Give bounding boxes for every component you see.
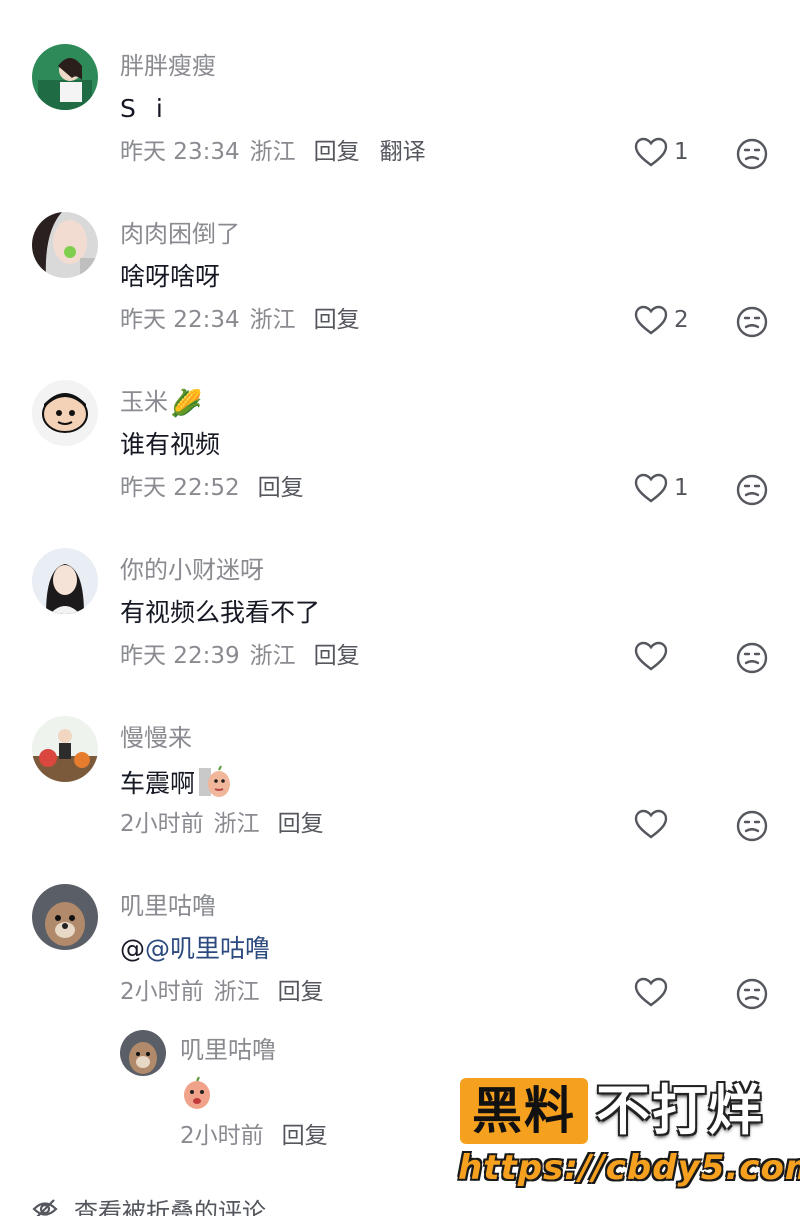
comment-item: 胖胖瘦瘦 S i 昨天 23:34 浙江 回复 翻译 1 <box>0 44 800 212</box>
comment-item: 肉肉困倒了 啥呀啥呀 昨天 22:34 浙江 回复 2 <box>0 212 800 380</box>
comment-text-content: 车震啊 <box>120 769 196 798</box>
comment-username[interactable]: 慢慢来 <box>120 722 192 754</box>
comment-text-prefix: @ <box>120 934 145 963</box>
reply-button[interactable]: 回复 <box>278 979 324 1005</box>
comment-username[interactable]: 你的小财迷呀 <box>120 554 264 586</box>
comment-item: 你的小财迷呀 有视频么我看不了 昨天 22:39 浙江 回复 <box>0 548 800 716</box>
heart-outline-icon <box>634 641 668 671</box>
comment-time: 2小时前 <box>120 979 204 1005</box>
corn-emoji: 🌽 <box>170 389 203 419</box>
comment-item: 玉米🌽 谁有视频 昨天 22:52 回复 1 <box>0 380 800 548</box>
watermark-url: https://cbdy5.com <box>458 1148 800 1188</box>
translate-button[interactable]: 翻译 <box>380 139 426 165</box>
comment-location: 浙江 <box>213 979 260 1005</box>
comment-location: 浙江 <box>213 811 260 837</box>
heart-outline-icon <box>634 809 668 839</box>
comment-meta: 昨天 22:39 浙江 回复 <box>120 640 372 672</box>
comment-meta: 昨天 22:52 回复 <box>120 472 316 504</box>
heart-outline-icon <box>634 473 668 503</box>
comment-username[interactable]: 肉肉困倒了 <box>120 218 240 250</box>
dislike-button[interactable] <box>736 642 768 674</box>
comment-text: S i <box>120 94 169 123</box>
folded-label: 查看被折叠的评论 <box>74 1197 266 1216</box>
comment-item: 叽里咕噜 @@叽里咕噜 2小时前 浙江 回复 <box>0 884 800 1052</box>
reply-button[interactable]: 回复 <box>314 643 360 669</box>
dislike-button[interactable] <box>736 474 768 506</box>
avatar[interactable] <box>32 380 98 446</box>
watermark-text: 不打烊 <box>596 1079 764 1142</box>
avatar[interactable] <box>32 884 98 950</box>
comment-text: 啥呀啥呀 <box>120 262 221 291</box>
reply-time: 2小时前 <box>180 1123 264 1149</box>
reply-button[interactable]: 回复 <box>282 1123 328 1149</box>
reply-meta: 2小时前 回复 <box>180 1120 340 1152</box>
dislike-button[interactable] <box>736 306 768 338</box>
comment-time: 2小时前 <box>120 811 204 837</box>
like-button[interactable] <box>634 976 674 1008</box>
comment-time: 昨天 22:52 <box>120 475 240 501</box>
comment-text: 车震啊 <box>120 764 231 801</box>
comment-username[interactable]: 胖胖瘦瘦 <box>120 50 216 82</box>
comment-meta: 昨天 23:34 浙江 回复 翻译 <box>120 136 438 168</box>
comment-time: 昨天 22:39 <box>120 643 240 669</box>
eye-slash-icon <box>32 1199 58 1216</box>
comment-meta: 昨天 22:34 浙江 回复 <box>120 304 372 336</box>
watermark-badge: 黑料 <box>460 1078 588 1144</box>
comment-list-page: 胖胖瘦瘦 S i 昨天 23:34 浙江 回复 翻译 1 肉肉困倒了 啥呀啥呀 昨天 … <box>0 0 800 1216</box>
like-count: 2 <box>674 307 689 333</box>
like-button[interactable]: 2 <box>634 304 689 336</box>
like-button[interactable] <box>634 808 674 840</box>
sticker-icon <box>184 1076 210 1109</box>
avatar[interactable] <box>32 548 98 614</box>
dislike-face-icon <box>736 642 768 674</box>
dislike-face-icon <box>736 306 768 338</box>
reply-button[interactable]: 回复 <box>314 307 360 333</box>
dislike-button[interactable] <box>736 810 768 842</box>
comment-username[interactable]: 叽里咕噜 <box>120 890 216 922</box>
comment-item: 慢慢来 车震啊 2小时前 浙江 回复 <box>0 716 800 884</box>
comment-meta: 2小时前 浙江 回复 <box>120 808 336 840</box>
watermark-logo: 黑料 不打烊 https://cbdy5.com <box>456 1074 800 1194</box>
like-button[interactable] <box>634 640 674 672</box>
like-count: 1 <box>674 475 689 501</box>
avatar[interactable] <box>32 44 98 110</box>
comment-location: 浙江 <box>249 139 296 165</box>
avatar[interactable] <box>120 1030 166 1076</box>
avatar[interactable] <box>32 212 98 278</box>
dislike-face-icon <box>736 810 768 842</box>
comment-time: 昨天 23:34 <box>120 139 240 165</box>
comment-text: 有视频么我看不了 <box>120 598 321 627</box>
reply-button[interactable]: 回复 <box>278 811 324 837</box>
dislike-face-icon <box>736 474 768 506</box>
comment-meta: 2小时前 浙江 回复 <box>120 976 336 1008</box>
reply-button[interactable]: 回复 <box>258 475 304 501</box>
like-count: 1 <box>674 139 689 165</box>
comment-location: 浙江 <box>249 643 296 669</box>
sticker-icon <box>199 765 231 797</box>
reply-button[interactable]: 回复 <box>314 139 360 165</box>
mention-link[interactable]: @叽里咕噜 <box>145 934 270 963</box>
dislike-button[interactable] <box>736 138 768 170</box>
dislike-button[interactable] <box>736 978 768 1010</box>
avatar[interactable] <box>32 716 98 782</box>
comment-time: 昨天 22:34 <box>120 307 240 333</box>
comment-username[interactable]: 玉米🌽 <box>120 386 202 420</box>
heart-outline-icon <box>634 137 668 167</box>
view-folded-comments-link[interactable]: 查看被折叠的评论 <box>32 1194 266 1216</box>
heart-outline-icon <box>634 977 668 1007</box>
comment-text: @@叽里咕噜 <box>120 932 270 966</box>
comment-text: 谁有视频 <box>120 430 221 459</box>
username-text: 玉米 <box>120 388 168 416</box>
comment-location: 浙江 <box>249 307 296 333</box>
dislike-face-icon <box>736 978 768 1010</box>
like-button[interactable]: 1 <box>634 136 689 168</box>
heart-outline-icon <box>634 305 668 335</box>
dislike-face-icon <box>736 138 768 170</box>
reply-username[interactable]: 叽里咕噜 <box>180 1034 276 1066</box>
like-button[interactable]: 1 <box>634 472 689 504</box>
